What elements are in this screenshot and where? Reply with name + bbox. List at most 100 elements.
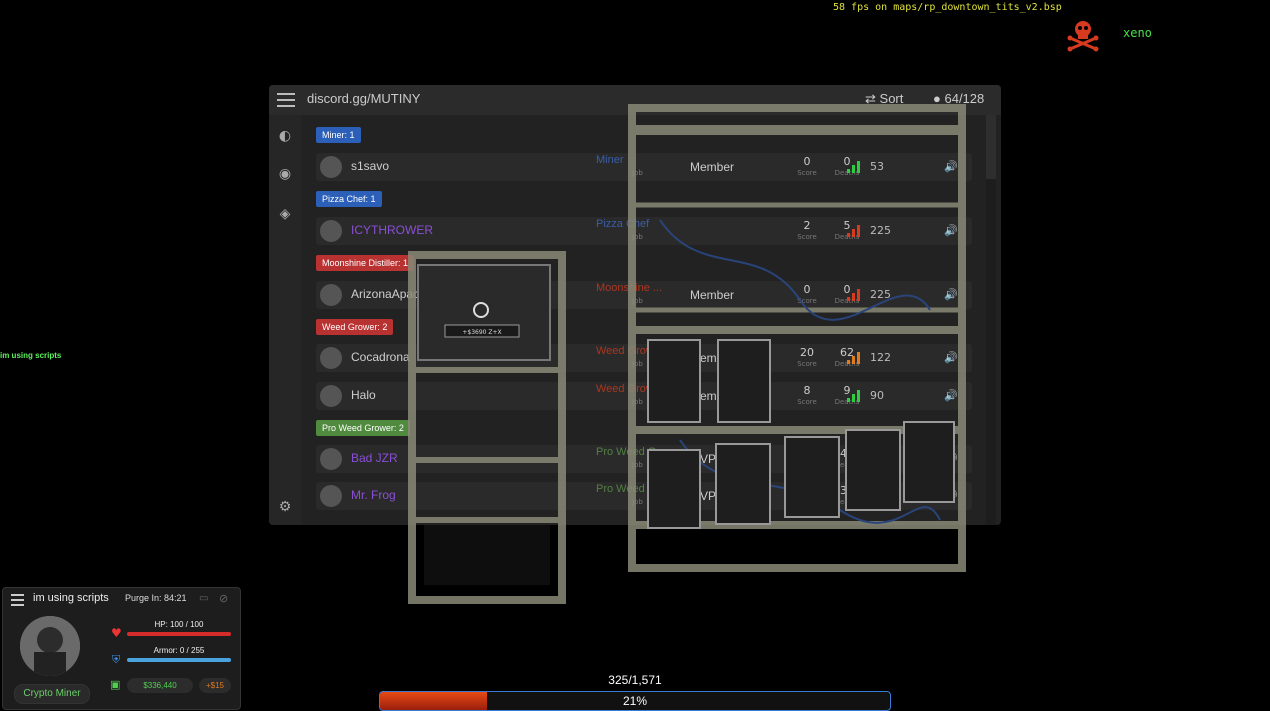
avatar xyxy=(320,347,342,369)
job-caption: Job xyxy=(632,297,643,305)
player-score: 0 xyxy=(803,155,811,168)
job-caption: Job xyxy=(632,398,643,406)
xp-progress-bar: 21% xyxy=(379,691,891,711)
sort-label: Sort xyxy=(879,91,904,106)
hud-player-name: im using scripts xyxy=(33,592,109,604)
score-caption: Score xyxy=(797,461,817,469)
sort-button[interactable]: ⇄ Sort xyxy=(865,91,903,107)
armor-label: Armor: 0 / 255 xyxy=(153,646,205,655)
player-job: Pizza Chef xyxy=(596,218,650,230)
player-ping: 53 xyxy=(870,160,884,173)
avatar xyxy=(320,220,342,242)
player-rank: Member xyxy=(690,389,735,403)
player-job: Moonshine ... xyxy=(596,282,663,294)
server-title: discord.gg/MUTINY xyxy=(307,91,421,106)
player-score: 0 xyxy=(803,283,811,296)
job-group-label: Miner: 1 xyxy=(316,127,361,143)
player-count-text: 64/128 xyxy=(944,91,985,106)
cash-icon: ▣ xyxy=(110,678,121,691)
speaker-icon[interactable]: 🔊 xyxy=(944,351,958,364)
player-name: ArizonaApache xyxy=(351,287,433,301)
player-job: Pro Weed Gr... xyxy=(596,446,669,458)
player-hud: im using scripts Purge In: 84:21 ▭ ⊘ Cry… xyxy=(2,587,241,710)
player-score: 2 xyxy=(803,219,811,232)
player-name: Cocadrona xyxy=(351,350,410,364)
player-name: Bad JZR xyxy=(351,451,398,465)
discord-icon[interactable]: ◉ xyxy=(276,165,294,183)
settings-icon[interactable]: ⚙ xyxy=(276,498,294,516)
job-caption: Job xyxy=(632,461,643,469)
xp-count: 325/1,571 xyxy=(608,673,662,687)
player-job: Weed Grower xyxy=(596,383,664,395)
speaker-icon[interactable]: 🔊 xyxy=(944,452,958,465)
scoreboard-sidebar: ◐ ◉ ◈ ⚙ xyxy=(269,115,301,525)
job-caption: Job xyxy=(632,498,643,506)
player-row[interactable]: ICYTHROWER Pizza Chef Job 2 Score 5 Deaths 225 🔊 xyxy=(316,217,972,245)
speaker-icon[interactable]: 🔊 xyxy=(944,489,958,502)
score-caption: Score xyxy=(797,398,817,406)
player-name: s1savo xyxy=(351,159,390,173)
player-score: 8 xyxy=(803,384,811,397)
score-caption: Score xyxy=(797,498,817,506)
swap-arrows-icon: ⇄ xyxy=(865,91,876,106)
steam-icon[interactable]: ◈ xyxy=(276,205,294,223)
speaker-icon[interactable]: 🔊 xyxy=(944,288,958,301)
player-rank: MVP xyxy=(690,452,717,466)
player-rank: Member xyxy=(690,351,735,365)
user-icon: ● xyxy=(933,91,941,106)
player-rank: MVP xyxy=(690,489,717,503)
no-weapon-icon: ⊘ xyxy=(219,592,229,605)
player-ping: 175 xyxy=(870,489,891,502)
ping-bars-icon xyxy=(847,225,863,237)
job-group-label: Weed Grower: 2 xyxy=(316,319,394,335)
hud-menu-icon[interactable] xyxy=(11,594,24,606)
salary-amount: +$15 xyxy=(199,678,231,693)
website-icon[interactable]: ◐ xyxy=(276,127,294,145)
player-ping: 122 xyxy=(870,351,891,364)
player-row[interactable]: Mr. Frog Pro Weed Gr... Job MVP 39 Score 32 Dea… xyxy=(316,482,972,510)
job-label: Crypto Miner xyxy=(14,684,90,704)
player-ping: 225 xyxy=(870,224,891,237)
player-row[interactable]: s1savo Miner Job Member 0 Score 0 Deaths 53 🔊 xyxy=(316,153,972,181)
menu-icon[interactable] xyxy=(277,93,295,107)
xp-percent: 21% xyxy=(622,694,648,708)
avatar xyxy=(320,448,342,470)
player-count: ● 64/128 xyxy=(933,91,984,106)
ping-bars-icon xyxy=(847,161,863,173)
heart-icon: ♥ xyxy=(111,626,122,640)
avatar xyxy=(20,616,80,676)
player-job: Weed Grower xyxy=(596,345,664,357)
player-score: 39 xyxy=(800,484,814,497)
gun-icon: ▭ xyxy=(199,593,209,604)
speaker-icon[interactable]: 🔊 xyxy=(944,160,958,173)
speaker-icon[interactable]: 🔊 xyxy=(944,389,958,402)
player-row[interactable]: Cocadrona Weed Grower Job Member 20 Score 62 De… xyxy=(316,344,972,372)
job-group-label: Pizza Chef: 1 xyxy=(316,191,382,207)
player-job: Miner xyxy=(596,154,624,166)
player-rank: Member xyxy=(690,288,735,302)
chat-message: im using scripts xyxy=(0,351,62,360)
player-ping: 225 xyxy=(870,288,891,301)
avatar xyxy=(320,156,342,178)
player-row[interactable]: Halo Weed Grower Job Member 8 Score 9 Deaths 90 🔊 xyxy=(316,382,972,410)
scrollbar[interactable] xyxy=(986,115,996,525)
score-caption: Score xyxy=(797,297,817,305)
avatar xyxy=(320,385,342,407)
player-row[interactable]: ArizonaApache Moonshine ... Job Member 0 Scor… xyxy=(316,281,972,309)
ping-bars-icon xyxy=(847,352,863,364)
armor-bar-fill xyxy=(127,658,231,662)
armor-bar xyxy=(127,658,231,662)
scrollbar-thumb[interactable] xyxy=(986,115,996,179)
avatar xyxy=(320,284,342,306)
hp-bar xyxy=(127,632,231,636)
speaker-icon[interactable]: 🔊 xyxy=(944,224,958,237)
avatar xyxy=(320,485,342,507)
shield-icon: ⛨ xyxy=(112,653,121,666)
scoreboard-header: discord.gg/MUTINY ⇄ Sort ● 64/128 xyxy=(269,85,1001,115)
player-name: Mr. Frog xyxy=(351,488,396,502)
player-row[interactable]: Bad JZR Pro Weed Gr... Job MVP Score 46 Deaths… xyxy=(316,445,972,473)
player-score: 20 xyxy=(800,346,814,359)
player-ping: 90 xyxy=(870,389,884,402)
job-caption: Job xyxy=(632,233,643,241)
money-balance: $336,440 xyxy=(127,678,193,693)
